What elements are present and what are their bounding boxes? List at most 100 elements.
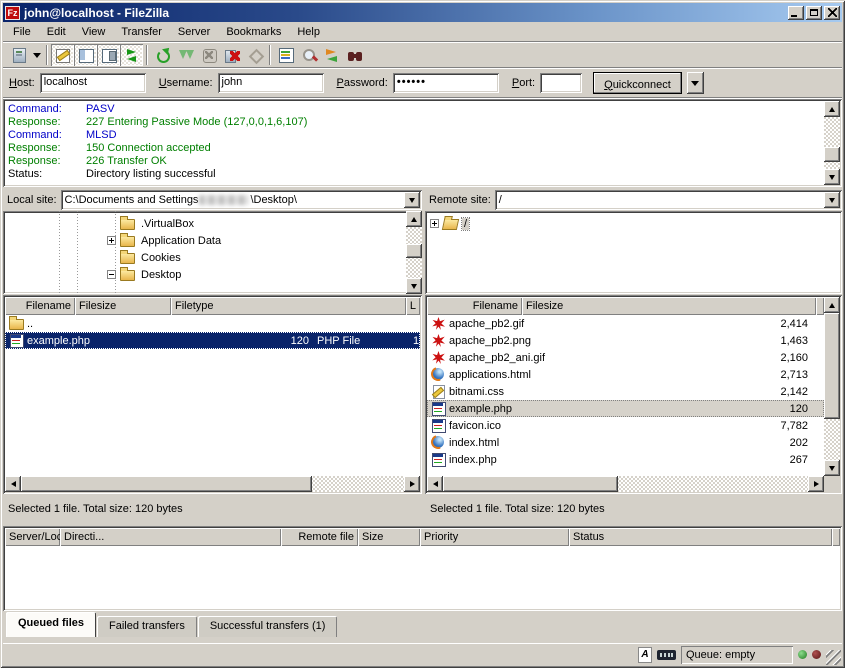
local-tree-scrollbar[interactable]	[406, 211, 422, 294]
file-row[interactable]: example.php120PHP File1	[5, 332, 420, 349]
resize-grip[interactable]	[826, 650, 841, 665]
column-filetype[interactable]: Filetype	[171, 297, 406, 315]
scroll-up-button[interactable]	[824, 297, 840, 313]
compare-button[interactable]	[297, 44, 320, 66]
column-filename[interactable]: Filename	[5, 297, 75, 315]
queue-column-status[interactable]: Status	[569, 528, 832, 546]
tab-failed-transfers[interactable]: Failed transfers	[97, 616, 197, 637]
menu-file[interactable]: File	[5, 23, 39, 41]
scroll-down-button[interactable]	[406, 278, 422, 294]
tree-item-desktop[interactable]: Desktop	[3, 266, 406, 283]
combo-dropdown-button[interactable]	[824, 192, 840, 208]
combo-dropdown-button[interactable]	[404, 192, 420, 208]
filter-button[interactable]	[274, 44, 297, 66]
toolbar	[3, 43, 842, 68]
sync-browse-button[interactable]	[320, 44, 343, 66]
scroll-track[interactable]	[443, 476, 808, 492]
minimize-button[interactable]	[788, 6, 804, 20]
file-row[interactable]: bitnami.css2,142	[427, 383, 824, 400]
tree-item-application-data[interactable]: Application Data	[3, 232, 406, 249]
disconnect-button[interactable]	[220, 44, 243, 66]
close-button[interactable]	[824, 6, 840, 20]
file-row[interactable]: apache_pb2.png1,463	[427, 332, 824, 349]
toggle-local-tree-button[interactable]	[74, 44, 97, 66]
scroll-thumb[interactable]	[21, 476, 312, 492]
file-row[interactable]: example.php120	[427, 400, 824, 417]
scroll-left-button[interactable]	[427, 476, 443, 492]
port-input[interactable]	[540, 73, 582, 93]
queue-column-direction[interactable]: Directi...	[60, 528, 281, 546]
menu-help[interactable]: Help	[289, 23, 328, 41]
scroll-left-button[interactable]	[5, 476, 21, 492]
scroll-thumb[interactable]	[824, 313, 840, 419]
scroll-thumb[interactable]	[443, 476, 618, 492]
username-input[interactable]: john	[218, 73, 324, 93]
remote-list-hscrollbar[interactable]	[427, 476, 824, 492]
scroll-down-button[interactable]	[824, 169, 840, 185]
toggle-log-button[interactable]	[51, 44, 74, 66]
menu-edit[interactable]: Edit	[39, 23, 74, 41]
host-input[interactable]: localhost	[40, 73, 146, 93]
log-scrollbar[interactable]	[824, 101, 840, 185]
file-row[interactable]: apache_pb2.gif2,414	[427, 315, 824, 332]
column-spacer[interactable]	[816, 297, 824, 315]
file-row[interactable]: apache_pb2_ani.gif2,160	[427, 349, 824, 366]
tree-expander[interactable]	[430, 219, 439, 228]
site-manager-button[interactable]	[7, 44, 30, 66]
scroll-right-button[interactable]	[808, 476, 824, 492]
scroll-track[interactable]	[406, 227, 422, 278]
scroll-thumb[interactable]	[824, 147, 840, 162]
scroll-thumb[interactable]	[406, 244, 422, 258]
column-filename[interactable]: Filename	[427, 297, 522, 315]
column-filesize[interactable]: Filesize	[75, 297, 171, 315]
column-filesize[interactable]: Filesize	[522, 297, 816, 315]
queue-column-spacer[interactable]	[832, 528, 840, 546]
local-site-combo[interactable]: C:\Documents and Settings\Desktop\	[61, 190, 422, 210]
scroll-down-button[interactable]	[824, 460, 840, 476]
process-queue-button[interactable]	[174, 44, 197, 66]
scroll-up-button[interactable]	[824, 101, 840, 117]
queue-column-remote-file[interactable]: Remote file	[281, 528, 358, 546]
scroll-right-button[interactable]	[404, 476, 420, 492]
maximize-button[interactable]	[806, 6, 822, 20]
folder-icon	[120, 270, 135, 281]
tree-item-root[interactable]: /	[425, 215, 842, 232]
scroll-track[interactable]	[21, 476, 404, 492]
cancel-operation-button[interactable]	[197, 44, 220, 66]
local-list-hscrollbar[interactable]	[5, 476, 420, 492]
tab-successful-transfers[interactable]: Successful transfers (1)	[198, 616, 338, 637]
scroll-track[interactable]	[824, 313, 840, 460]
menu-bookmarks[interactable]: Bookmarks	[218, 23, 289, 41]
site-manager-dropdown[interactable]	[30, 44, 43, 66]
tree-item-cookies[interactable]: Cookies	[3, 249, 406, 266]
password-input[interactable]: ••••••	[393, 73, 499, 93]
toggle-remote-tree-button[interactable]	[97, 44, 120, 66]
file-row[interactable]: index.php267	[427, 451, 824, 468]
refresh-button[interactable]	[151, 44, 174, 66]
queue-column-server-local-file[interactable]: Server/Local file	[5, 528, 60, 546]
app-icon[interactable]: Fz	[5, 6, 20, 20]
tree-expander[interactable]	[107, 270, 116, 279]
tab-queued-files[interactable]: Queued files	[6, 612, 96, 637]
remote-list-vscrollbar[interactable]	[824, 297, 840, 492]
scroll-track[interactable]	[824, 117, 840, 169]
file-row[interactable]: applications.html2,713	[427, 366, 824, 383]
quickconnect-button[interactable]: Quickconnect	[593, 72, 682, 94]
file-row[interactable]: favicon.ico7,782	[427, 417, 824, 434]
column-last-modified[interactable]: L	[406, 297, 420, 315]
tree-item-virtualbox[interactable]: .VirtualBox	[3, 215, 406, 232]
quickconnect-dropdown-button[interactable]	[687, 72, 704, 94]
file-row[interactable]: ..	[5, 315, 420, 332]
queue-column-priority[interactable]: Priority	[420, 528, 569, 546]
reconnect-button[interactable]	[243, 44, 266, 66]
remote-site-combo[interactable]: /	[495, 190, 842, 210]
toggle-queue-button[interactable]	[120, 44, 143, 66]
file-row[interactable]: index.html202	[427, 434, 824, 451]
menu-transfer[interactable]: Transfer	[113, 23, 170, 41]
tree-expander[interactable]	[107, 236, 116, 245]
menu-view[interactable]: View	[74, 23, 114, 41]
scroll-up-button[interactable]	[406, 211, 422, 227]
queue-column-size[interactable]: Size	[358, 528, 420, 546]
menu-server[interactable]: Server	[170, 23, 218, 41]
find-files-button[interactable]	[343, 44, 366, 66]
